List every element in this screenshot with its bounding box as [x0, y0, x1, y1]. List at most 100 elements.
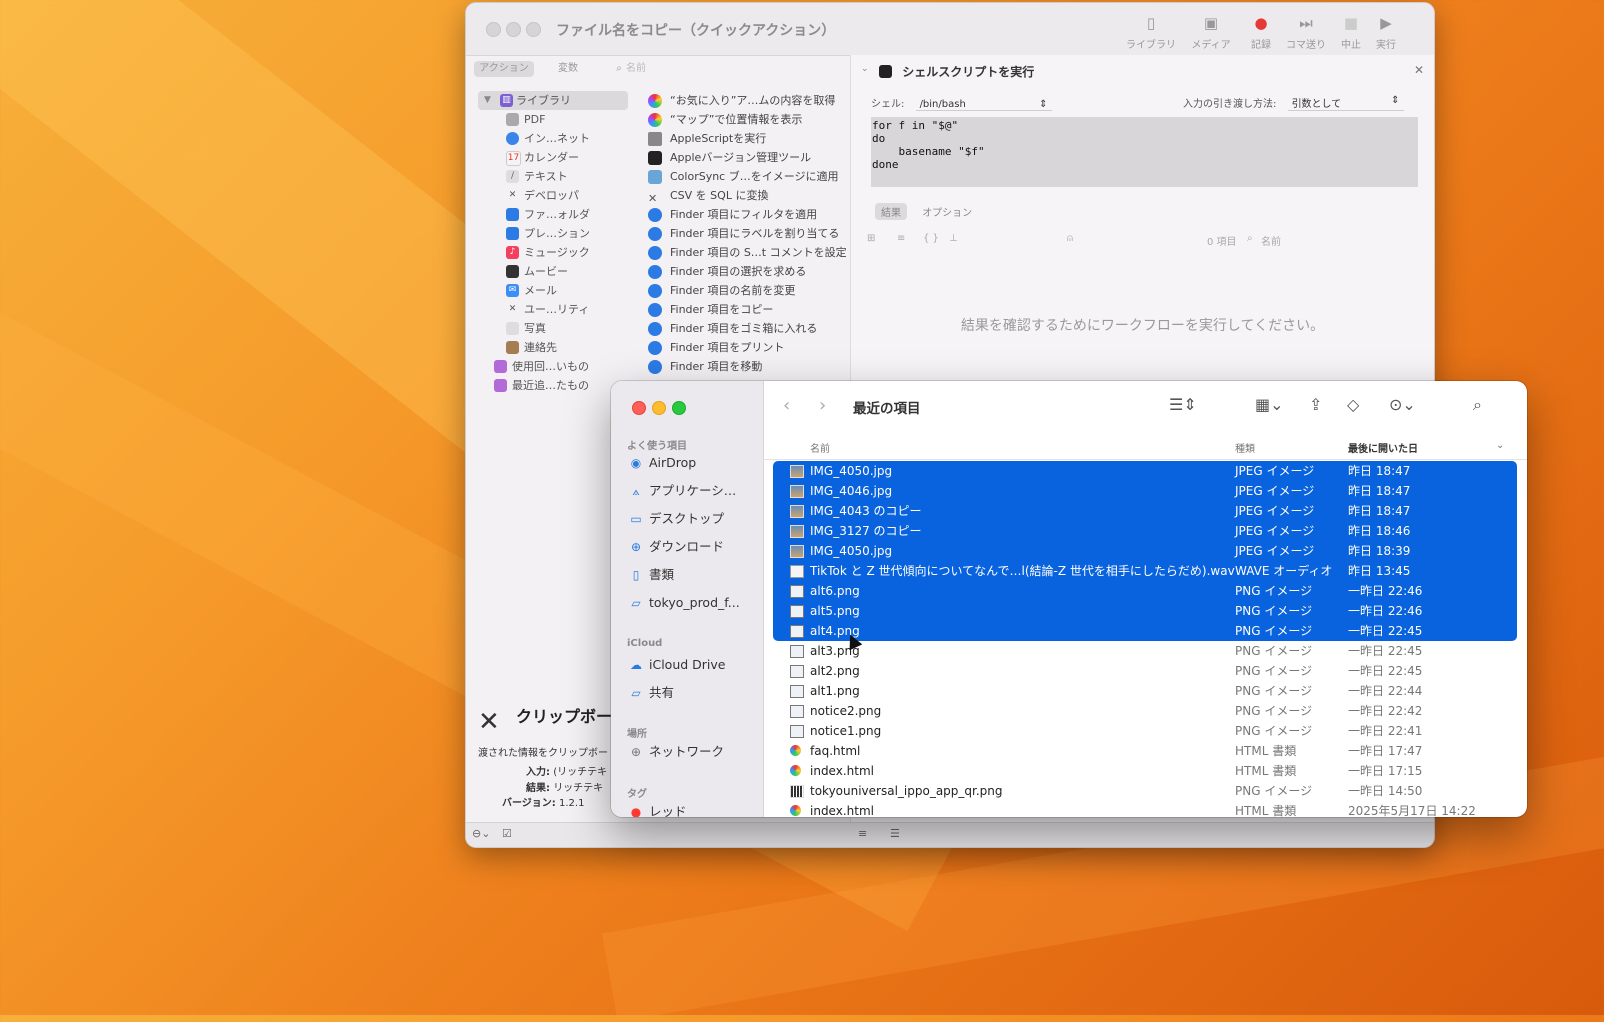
search-icon[interactable]: ⌕ — [1473, 395, 1482, 415]
tab-actions[interactable]: アクション — [474, 61, 534, 77]
chevron-down-icon[interactable]: ⌄ — [861, 64, 869, 74]
media-button[interactable]: ▣ メディア — [1186, 13, 1236, 51]
library-item-calendar[interactable]: 17 カレンダー — [474, 148, 632, 167]
library-item-root[interactable]: ▼ ▥ ライブラリ — [478, 91, 628, 110]
file-row[interactable]: alt3.png PNG イメージ 一昨日 22:45 — [773, 641, 1517, 661]
shell-action-header[interactable]: ⌄ シェルスクリプトを実行 — [861, 63, 1034, 80]
minimize-button[interactable] — [652, 401, 666, 415]
action-item[interactable]: Finder 項目の選択を求める — [648, 262, 848, 281]
library-item-internet[interactable]: イン…ネット — [474, 129, 632, 148]
sidebar-item-icloud-drive[interactable]: ☁ iCloud Drive — [627, 654, 777, 676]
action-item[interactable]: “マップ”で位置情報を表示 — [648, 110, 848, 129]
file-row[interactable]: alt4.png PNG イメージ 一昨日 22:45 — [773, 621, 1517, 641]
sidebar-item-network[interactable]: ⊕ ネットワーク — [627, 741, 777, 763]
sidebar-item-tag-red[interactable]: ● レッド — [627, 801, 777, 817]
action-item[interactable]: Appleバージョン管理ツール — [648, 148, 848, 167]
pass-input-select[interactable]: 引数として ⇕ — [1287, 95, 1404, 111]
action-item[interactable]: Finder 項目を移動 — [648, 357, 848, 376]
tag-icon[interactable]: ◇ — [1347, 395, 1359, 414]
list-view-icon[interactable]: ☰⇕ — [1169, 395, 1197, 414]
more-icon[interactable]: ⊖⌄ — [472, 827, 490, 840]
share-icon[interactable]: ⇪ — [1309, 395, 1322, 414]
list-view-icon[interactable]: ≡ — [858, 827, 867, 840]
library-item-presentation[interactable]: プレ…ション — [474, 224, 632, 243]
sidebar-item-desktop[interactable]: ▭ デスクトップ — [627, 508, 777, 530]
flow-view-icon[interactable]: ☰ — [890, 827, 900, 840]
close-button[interactable] — [486, 22, 501, 37]
library-item-contacts[interactable]: 連絡先 — [474, 338, 632, 357]
action-item[interactable]: Finder 項目の名前を変更 — [648, 281, 848, 300]
file-row[interactable]: alt1.png PNG イメージ 一昨日 22:44 — [773, 681, 1517, 701]
file-row[interactable]: IMG_3127 のコピー JPEG イメージ 昨日 18:46 — [773, 521, 1517, 541]
file-row[interactable]: index.html HTML 書類 一昨日 17:15 — [773, 761, 1517, 781]
action-item[interactable]: Finder 項目をプリント — [648, 338, 848, 357]
back-icon[interactable]: ‹ — [783, 395, 790, 416]
library-item-movies[interactable]: ムービー — [474, 262, 632, 281]
file-row[interactable]: TikTok と Z 世代傾向についてなんで…l(結論-Z 世代を相手にしたらだ… — [773, 561, 1517, 581]
zoom-button[interactable] — [526, 22, 541, 37]
library-button[interactable]: ▯ ライブラリ — [1126, 13, 1176, 51]
column-date[interactable]: 最後に開いた日 — [1348, 440, 1418, 455]
run-button[interactable]: ▶ 実行 — [1361, 13, 1411, 51]
column-kind[interactable]: 種類 — [1235, 440, 1255, 455]
action-item[interactable]: “お気に入り”ア…ムの内容を取得 — [648, 91, 848, 110]
group-icon[interactable]: ▦⌄ — [1255, 395, 1284, 414]
library-item-pdf[interactable]: PDF — [474, 110, 632, 129]
action-item[interactable]: AppleScriptを実行 — [648, 129, 848, 148]
file-row[interactable]: tokyouniversal_ippo_app_qr.png PNG イメージ 一昨… — [773, 781, 1517, 801]
file-row[interactable]: alt2.png PNG イメージ 一昨日 22:45 — [773, 661, 1517, 681]
sidebar-item-applications[interactable]: ⟑ アプリケーシ… — [627, 480, 777, 502]
action-item[interactable]: Finder 項目にラベルを割り当てる — [648, 224, 848, 243]
search-input[interactable]: 名前 — [626, 61, 666, 77]
zoom-button[interactable] — [672, 401, 686, 415]
more-icon[interactable]: ⊙⌄ — [1389, 395, 1416, 414]
tab-results[interactable]: 結果 — [875, 203, 907, 220]
file-row[interactable]: notice1.png PNG イメージ 一昨日 22:41 — [773, 721, 1517, 741]
file-row[interactable]: IMG_4046.jpg JPEG イメージ 昨日 18:47 — [773, 481, 1517, 501]
sidebar-item-folder[interactable]: ▱ tokyo_prod_f... — [627, 592, 777, 614]
library-item-most-used[interactable]: 使用回…いもの — [474, 357, 632, 376]
file-row[interactable]: IMG_4050.jpg JPEG イメージ 昨日 18:39 — [773, 541, 1517, 561]
file-row[interactable]: alt5.png PNG イメージ 一昨日 22:46 — [773, 601, 1517, 621]
sidebar-item-downloads[interactable]: ⊕ ダウンロード — [627, 536, 777, 558]
script-editor[interactable]: for f in "$@" do basename "$f" done — [871, 117, 1418, 187]
grid-view-icon[interactable]: ⊞ — [867, 233, 875, 244]
action-item[interactable]: Finder 項目をゴミ箱に入れる — [648, 319, 848, 338]
library-item-mail[interactable]: ✉ メール — [474, 281, 632, 300]
action-item[interactable]: Finder 項目の S…t コメントを設定 — [648, 243, 848, 262]
library-item-recently-added[interactable]: 最近追…たもの — [474, 376, 632, 395]
file-row[interactable]: notice2.png PNG イメージ 一昨日 22:42 — [773, 701, 1517, 721]
forward-icon[interactable]: › — [819, 395, 826, 416]
library-item-photos[interactable]: 写真 — [474, 319, 632, 338]
sidebar-item-shared[interactable]: ▱ 共有 — [627, 682, 777, 704]
file-row[interactable]: alt6.png PNG イメージ 一昨日 22:46 — [773, 581, 1517, 601]
shell-select[interactable]: /bin/bash ⇕ — [915, 99, 1052, 111]
file-row[interactable]: index.html HTML 書類 2025年5月17日 14:22 — [773, 801, 1517, 817]
close-button[interactable] — [632, 401, 646, 415]
library-item-text[interactable]: / テキスト — [474, 167, 632, 186]
tab-options[interactable]: オプション — [916, 203, 978, 220]
action-item[interactable]: Finder 項目にフィルタを適用 — [648, 205, 848, 224]
file-row[interactable]: faq.html HTML 書類 一昨日 17:47 — [773, 741, 1517, 761]
tab-variables[interactable]: 変数 — [546, 61, 590, 77]
description-toggle-icon[interactable]: ☑ — [502, 827, 512, 840]
record-button[interactable]: ● 記録 — [1236, 13, 1286, 51]
action-item[interactable]: ColorSync ブ…をイメージに適用 — [648, 167, 848, 186]
sidebar-item-airdrop[interactable]: ◉ AirDrop — [627, 452, 777, 474]
library-item-utilities[interactable]: ✕ ユー…リティ — [474, 300, 632, 319]
action-item[interactable]: ✕ CSV を SQL に変換 — [648, 186, 848, 205]
action-item[interactable]: Finder 項目をコピー — [648, 300, 848, 319]
library-item-music[interactable]: ♪ ミュージック — [474, 243, 632, 262]
step-button[interactable]: ⏭ コマ送り — [1281, 13, 1331, 51]
library-item-developer[interactable]: ✕ デベロッパ — [474, 186, 632, 205]
library-item-files-folders[interactable]: ファ…ォルダ — [474, 205, 632, 224]
minimize-button[interactable] — [506, 22, 521, 37]
file-row[interactable]: IMG_4050.jpg JPEG イメージ 昨日 18:47 — [773, 461, 1517, 481]
braces-icon[interactable]: { } — [923, 233, 939, 244]
list-view-icon[interactable]: ≡ — [897, 233, 905, 244]
result-search-input[interactable]: 名前 — [1261, 233, 1281, 248]
sidebar-item-documents[interactable]: ▯ 書類 — [627, 564, 777, 586]
column-name[interactable]: 名前 — [810, 440, 830, 455]
file-row[interactable]: IMG_4043 のコピー JPEG イメージ 昨日 18:47 — [773, 501, 1517, 521]
close-icon[interactable]: ✕ — [1414, 63, 1424, 77]
